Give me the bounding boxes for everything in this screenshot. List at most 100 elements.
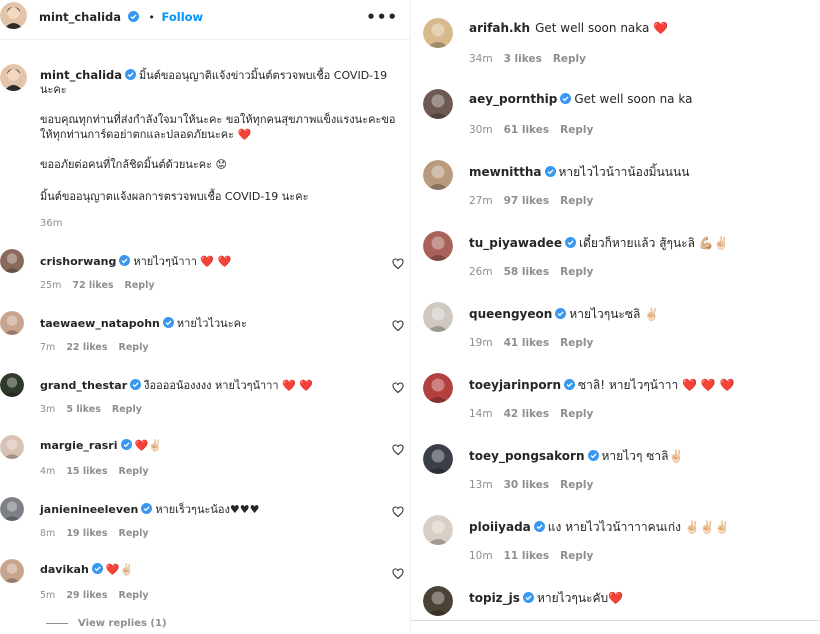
comment-body: aey_pornthip Get well soon na ka xyxy=(469,92,692,106)
commenter-username[interactable]: grand_thestar xyxy=(40,379,127,392)
comment-item: arifah.kh Get well soon naka ❤️ 34m 3 likes… xyxy=(411,11,820,82)
comment-likes[interactable]: 61 likes xyxy=(504,124,550,136)
comment-likes[interactable]: 5 likes xyxy=(66,404,101,415)
commenter-avatar[interactable] xyxy=(0,435,24,459)
commenter-username[interactable]: mewnittha xyxy=(469,165,542,179)
commenter-avatar[interactable] xyxy=(0,559,24,583)
like-comment-heart-icon[interactable] xyxy=(392,568,404,580)
comment-text: แง หายไวไวน้าาาาคนเก่ง ✌🏻✌🏻✌🏻 xyxy=(547,520,730,534)
comment-likes[interactable]: 11 likes xyxy=(504,550,550,562)
like-comment-heart-icon[interactable] xyxy=(392,444,404,456)
comment-item: taewaew_natapohn หายไวไวนะคะ 7m 22 likes Rep… xyxy=(0,306,410,368)
reply-button[interactable]: Reply xyxy=(560,124,593,136)
commenter-username[interactable]: arifah.kh xyxy=(469,21,530,35)
commenter-username[interactable]: ploiiyada xyxy=(469,520,531,534)
comment-likes[interactable]: 15 likes xyxy=(66,466,107,477)
comment-likes[interactable]: 3 likes xyxy=(504,53,542,65)
reply-button[interactable]: Reply xyxy=(119,466,149,477)
comment-item: grand_thestar งืออออน้องงงง หายไวๆน้าาา ❤… xyxy=(0,368,410,430)
reply-button[interactable]: Reply xyxy=(125,280,155,291)
commenter-avatar[interactable] xyxy=(423,231,453,261)
commenter-avatar[interactable] xyxy=(0,373,24,397)
verified-badge-icon xyxy=(544,166,556,177)
reply-button[interactable]: Reply xyxy=(560,550,593,562)
commenter-username[interactable]: queengyeon xyxy=(469,307,552,321)
comment-likes[interactable]: 41 likes xyxy=(504,337,550,349)
comment-time: 14m xyxy=(469,408,493,420)
more-options-icon[interactable]: ••• xyxy=(366,8,398,26)
commenter-username[interactable]: margie_rasri xyxy=(40,439,118,452)
view-replies-button[interactable]: View replies (1) xyxy=(46,618,167,629)
like-comment-heart-icon[interactable] xyxy=(392,506,404,518)
comment-meta: 30m 61 likes Reply xyxy=(469,124,604,136)
comment-body: crishorwang หายไวๆน้าาา ❤️ ❤️ xyxy=(40,252,231,270)
comment-likes[interactable]: 72 likes xyxy=(72,280,113,291)
comment-likes[interactable]: 22 likes xyxy=(66,342,107,353)
replies-divider xyxy=(46,622,68,624)
header-separator: • xyxy=(148,11,155,24)
reply-button[interactable]: Reply xyxy=(560,337,593,349)
author-avatar[interactable] xyxy=(0,2,27,29)
like-comment-heart-icon[interactable] xyxy=(392,382,404,394)
reply-button[interactable]: Reply xyxy=(119,590,149,601)
comment-text: หายไวๆ ซาลิ✌🏻 xyxy=(601,449,684,463)
commenter-avatar[interactable] xyxy=(0,249,24,273)
reply-button[interactable]: Reply xyxy=(553,53,586,65)
comment-time: 27m xyxy=(469,195,493,207)
author-avatar-image xyxy=(0,2,27,29)
caption-author-avatar[interactable] xyxy=(0,64,27,91)
comment-likes[interactable]: 97 likes xyxy=(504,195,550,207)
reply-button[interactable]: Reply xyxy=(119,342,149,353)
commenter-username[interactable]: janienineeleven xyxy=(40,503,138,516)
comment-text: Get well soon na ka xyxy=(574,92,693,106)
like-comment-heart-icon[interactable] xyxy=(392,258,404,270)
commenter-avatar[interactable] xyxy=(0,311,24,335)
reply-button[interactable]: Reply xyxy=(560,195,593,207)
commenter-avatar[interactable] xyxy=(423,444,453,474)
caption-line-6: มิ้นต์ขออนุญาตแจ้งผลการตรวจพบเชื้อ COVID… xyxy=(40,190,309,203)
comment-meta: 34m 3 likes Reply xyxy=(469,53,597,65)
comment-likes[interactable]: 30 likes xyxy=(504,479,550,491)
commenter-avatar[interactable] xyxy=(423,302,453,332)
commenter-avatar[interactable] xyxy=(0,497,24,521)
comment-item: margie_rasri ❤️✌🏻 4m 15 likes Reply xyxy=(0,430,410,492)
reply-button[interactable]: Reply xyxy=(560,266,593,278)
commenter-username[interactable]: davikah xyxy=(40,563,89,576)
comment-time: 13m xyxy=(469,479,493,491)
commenter-username[interactable]: aey_pornthip xyxy=(469,92,557,106)
commenter-username[interactable]: tu_piyawadee xyxy=(469,236,562,250)
commenter-avatar[interactable] xyxy=(423,586,453,616)
comment-text: Get well soon naka ❤️ xyxy=(535,21,669,35)
commenter-username[interactable]: toey_pongsakorn xyxy=(469,449,585,463)
comment-likes[interactable]: 29 likes xyxy=(66,590,107,601)
commenter-username[interactable]: taewaew_natapohn xyxy=(40,317,160,330)
comment-meta: 3m 5 likes Reply xyxy=(40,404,153,415)
comment-time: 26m xyxy=(469,266,493,278)
reply-button[interactable]: Reply xyxy=(119,528,149,539)
commenter-avatar[interactable] xyxy=(423,373,453,403)
caption-username[interactable]: mint_chalida xyxy=(40,68,122,82)
comment-likes[interactable]: 42 likes xyxy=(504,408,550,420)
comment-body: taewaew_natapohn หายไวไวนะคะ xyxy=(40,314,247,332)
reply-button[interactable]: Reply xyxy=(560,479,593,491)
verified-badge-icon xyxy=(555,308,567,319)
author-username[interactable]: mint_chalida xyxy=(39,10,121,24)
comment-likes[interactable]: 58 likes xyxy=(504,266,550,278)
comment-item: queengyeon หายไวๆนะซลิ ✌🏻 19m 41 likes Reply xyxy=(411,295,820,366)
follow-button[interactable]: Follow xyxy=(161,10,203,24)
commenter-username[interactable]: crishorwang xyxy=(40,255,116,268)
comment-likes[interactable]: 19 likes xyxy=(66,528,107,539)
commenter-avatar[interactable] xyxy=(423,160,453,190)
commenter-avatar[interactable] xyxy=(423,515,453,545)
reply-button[interactable]: Reply xyxy=(112,404,142,415)
commenter-avatar[interactable] xyxy=(423,18,453,48)
reply-button[interactable]: Reply xyxy=(560,408,593,420)
commenter-username[interactable]: toeyjarinporn xyxy=(469,378,561,392)
comment-body: arifah.kh Get well soon naka ❤️ xyxy=(469,21,668,35)
commenter-username[interactable]: topiz_js xyxy=(469,591,520,605)
comment-time: 3m xyxy=(40,404,56,415)
commenter-avatar[interactable] xyxy=(423,89,453,119)
comment-meta: 13m 30 likes Reply xyxy=(469,479,604,491)
like-comment-heart-icon[interactable] xyxy=(392,320,404,332)
comment-body: mewnittha หายไวไวน้าาน้องมิ้นนนน xyxy=(469,163,689,182)
